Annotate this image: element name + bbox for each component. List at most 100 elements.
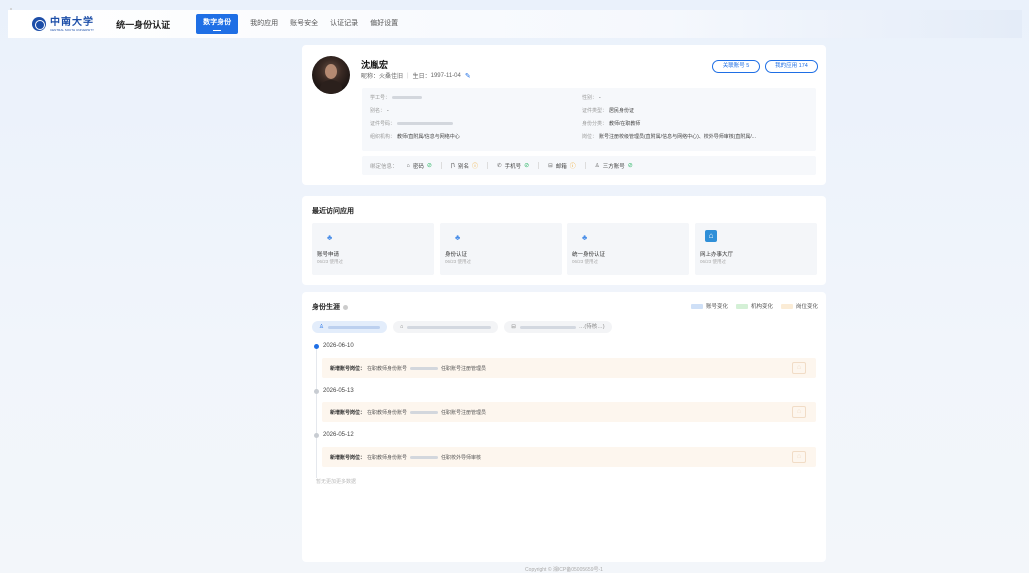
nickname-label: 昵称：	[361, 74, 380, 80]
binding-info-bar: 绑定信息： ⌂ 密码 ⊘ Ꞃ 别名 ⓘ ✆ 手机号 ⊘ ⊟ 邮箱 ⓘ ♙ 三方账号 ⊘	[362, 156, 816, 175]
nav-digital-identity[interactable]: 数字身份	[196, 14, 239, 34]
id-number-label: 证件号码：	[370, 121, 396, 127]
timeline-date: 2026-05-12	[323, 432, 354, 438]
timeline-dot	[314, 344, 319, 349]
id-type-row: 证件类型： 居民身份证	[582, 107, 634, 114]
app-cube-icon: ♣	[327, 233, 333, 242]
timeline-dot	[314, 389, 319, 394]
event-prefix: 在职教师身份账号	[367, 454, 408, 461]
legend-label: 岗位变化	[795, 304, 818, 310]
avatar[interactable]	[312, 56, 350, 94]
recent-apps-title: 最近访问应用	[312, 208, 354, 215]
legend-label: 机构变化	[750, 304, 773, 310]
legend-swatch	[735, 303, 748, 309]
linked-accounts-button[interactable]: 关联账号 5	[712, 60, 760, 73]
edit-icon[interactable]: ✎	[465, 72, 471, 80]
app-last-used: 06/23 使用过	[700, 259, 727, 264]
masked-value	[410, 455, 439, 459]
footer-copyright: Copyright © 湘ICP备05005659号-1	[525, 567, 603, 573]
org-row: 组织机构： 教师/直附属/信息与网络中心	[370, 133, 460, 140]
warning-circle-icon: ⓘ	[569, 164, 576, 170]
logo-name: 中南大学	[50, 16, 94, 28]
career-tab-3-tail: …(待核…)	[578, 324, 605, 330]
app-card-account-apply[interactable]: ♣ 账号申请 06/23 使用过	[312, 223, 434, 275]
gender-label: 性别：	[582, 95, 598, 101]
system-title: 统一身份认证	[116, 19, 171, 30]
bind-phone[interactable]: ✆ 手机号 ⊘	[497, 162, 529, 170]
bind-password[interactable]: ⌂ 密码 ⊘	[407, 162, 432, 170]
alias-row: 别名： -	[370, 107, 389, 114]
masked-value	[392, 96, 423, 100]
bind-third-party[interactable]: ♙ 三方账号 ⊘	[595, 162, 633, 170]
legend-post-change: 岗位变化	[780, 302, 818, 310]
alias-value: -	[387, 108, 389, 114]
profile-panel: 沈胤宏 昵称： 火桑佳旧 | 生日： 1997-11-04 ✎ 关联账号 5 我…	[302, 45, 826, 185]
legend-swatch	[690, 303, 703, 309]
timeline-event-card: 新增账号岗位： 在职教师身份账号 任职账号注册管理员 ⌂	[322, 402, 816, 422]
gender-row: 性别： -	[582, 94, 601, 101]
alias-icon: Ꞃ	[450, 162, 455, 169]
identity-label: 身份分类：	[582, 121, 608, 127]
user-name: 沈胤宏	[361, 60, 389, 70]
bind-password-label: 密码	[412, 163, 424, 170]
bind-alias[interactable]: Ꞃ 别名 ⓘ	[450, 161, 478, 171]
bind-alias-label: 别名	[457, 163, 469, 170]
app-name: 网上办事大厅	[700, 252, 734, 258]
masked-value	[410, 410, 439, 414]
check-circle-icon: ⊘	[426, 163, 432, 169]
career-title-text: 身份生涯	[312, 304, 340, 311]
career-account-tabs: ♙ ⌂ ⊟ …(待核…)	[312, 321, 618, 333]
top-header: 中南大学 CENTRAL SOUTH UNIVERSITY 统一身份认证 数字身…	[8, 10, 1022, 38]
bind-phone-label: 手机号	[504, 163, 522, 170]
identity-info-box: 学工号： 别名： - 证件号码： 组织机构： 教师/直附属/信息与网络中心 性别： -…	[362, 88, 816, 151]
app-cube-icon: ♣	[455, 233, 461, 242]
app-card-unified-auth[interactable]: ♣ 统一身份认证 06/23 使用过	[567, 223, 689, 275]
career-tab-1[interactable]: ♙	[312, 321, 387, 333]
check-circle-icon: ⊘	[524, 163, 530, 169]
university-seal-icon	[32, 17, 46, 31]
timeline-dot	[314, 433, 319, 438]
nav-auth-records[interactable]: 认证记录	[330, 10, 358, 38]
gender-value: -	[599, 95, 601, 101]
timeline-date: 2026-06-10	[323, 343, 354, 349]
identity-career-panel: 身份生涯 账号变化 机构变化 岗位变化 ♙ ⌂ ⊟ …(待核…) 2026-06-…	[302, 292, 826, 562]
my-apps-button[interactable]: 我的应用 174	[765, 60, 818, 73]
user-link-icon: ♙	[594, 162, 600, 169]
legend-account-change: 账号变化	[690, 302, 728, 310]
legend-org-change: 机构变化	[735, 302, 773, 310]
post-value: 账号注册校级管理员(直附属/信息与网络中心)、校外导师审核(直附属/...	[599, 134, 756, 140]
bind-email-label: 邮箱	[555, 163, 567, 170]
timeline-event-card: 新增账号岗位： 在职教师身份账号 任职校外导师审核 ⌂	[322, 447, 816, 467]
app-card-online-hall[interactable]: ⌂ 网上办事大厅 06/23 使用过	[695, 223, 817, 275]
university-logo[interactable]: 中南大学 CENTRAL SOUTH UNIVERSITY	[32, 17, 94, 32]
app-last-used: 06/23 使用过	[317, 259, 344, 264]
alias-label: 别名：	[370, 108, 386, 114]
recent-apps-panel: 最近访问应用 ♣ 账号申请 06/23 使用过 ♣ 身份认证 06/23 使用过…	[302, 196, 826, 285]
app-last-used: 06/23 使用过	[572, 259, 599, 264]
app-cube-icon: ♣	[582, 233, 588, 242]
bind-divider	[440, 162, 442, 169]
mail-icon: ⊟	[548, 162, 553, 169]
career-tab-3[interactable]: ⊟ …(待核…)	[504, 321, 612, 333]
nav-account-security[interactable]: 账号安全	[290, 10, 318, 38]
nav-preferences[interactable]: 偏好设置	[370, 10, 398, 38]
event-prefix: 在职教师身份账号	[367, 409, 408, 416]
post-label: 岗位：	[582, 134, 598, 140]
app-name: 账号申请	[317, 252, 340, 258]
identity-row: 身份分类： 教师/在职教师	[582, 120, 640, 127]
career-legend: 账号变化 机构变化 岗位变化	[683, 302, 818, 310]
app-card-identity-auth[interactable]: ♣ 身份认证 06/23 使用过	[440, 223, 562, 275]
career-tab-2[interactable]: ⌂	[392, 321, 499, 333]
legend-swatch	[780, 303, 793, 309]
bind-email[interactable]: ⊟ 邮箱 ⓘ	[548, 161, 576, 171]
masked-value	[410, 366, 439, 370]
masked-value	[407, 325, 492, 329]
masked-value	[327, 325, 380, 329]
id-type-label: 证件类型：	[582, 108, 608, 114]
nav-my-apps[interactable]: 我的应用	[250, 10, 278, 38]
masked-value	[397, 122, 454, 126]
main-nav: 数字身份 我的应用 账号安全 认证记录 偏好设置	[196, 10, 410, 38]
birthday-label: 生日：	[412, 74, 431, 80]
help-icon[interactable]	[343, 304, 348, 310]
timeline-date: 2026-05-13	[323, 388, 354, 394]
